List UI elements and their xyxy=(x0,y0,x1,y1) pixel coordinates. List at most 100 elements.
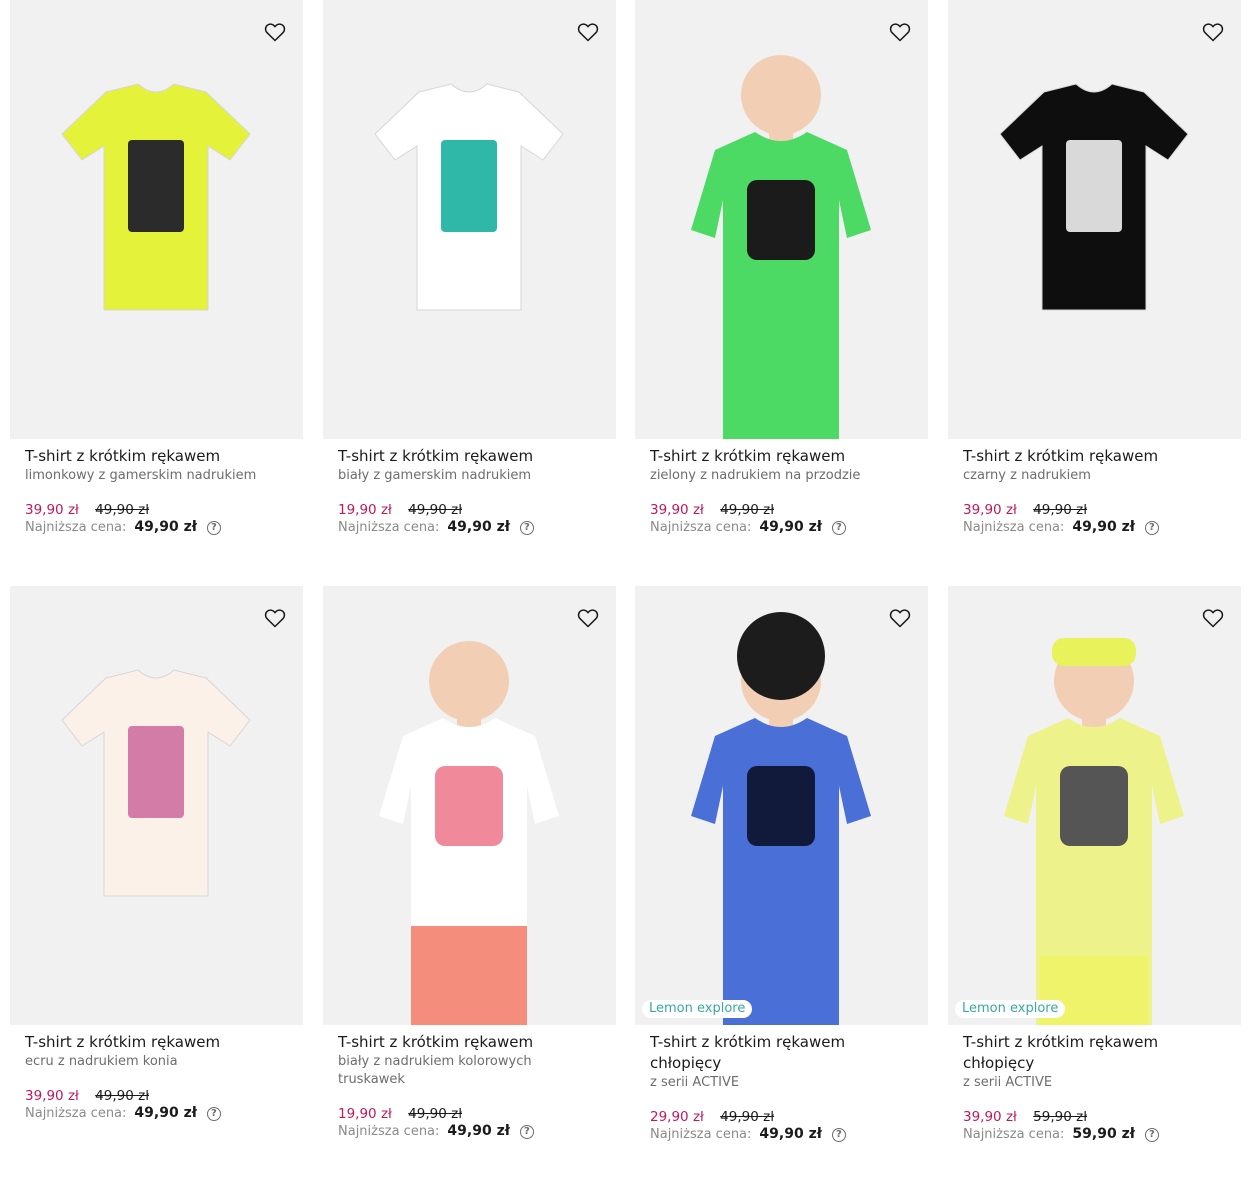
product-title[interactable]: T-shirt z krótkim rękawem xyxy=(650,446,913,467)
shirt-print xyxy=(747,766,815,846)
help-icon[interactable]: ? xyxy=(831,1127,846,1142)
heart-icon xyxy=(1202,609,1224,628)
product-card[interactable]: T-shirt z krótkim rękawem limonkowy z ga… xyxy=(10,0,303,536)
collection-badge: Lemon explore xyxy=(642,1000,753,1018)
model-shorts xyxy=(411,926,527,1025)
product-card[interactable]: Lemon explore T-shirt z krótkim rękawem … xyxy=(635,586,928,1143)
sale-price: 19,90 zł xyxy=(338,1106,392,1122)
add-to-wishlist-button[interactable] xyxy=(263,20,287,44)
add-to-wishlist-button[interactable] xyxy=(263,606,287,630)
product-title[interactable]: T-shirt z krótkim rękawem xyxy=(25,446,288,467)
tshirt-image xyxy=(691,55,871,439)
help-icon[interactable]: ? xyxy=(519,1124,534,1139)
lowest-price-label: Najniższa cena: xyxy=(650,1127,752,1142)
product-card[interactable]: T-shirt z krótkim rękawem biały z gamers… xyxy=(323,0,616,536)
sale-price: 29,90 zł xyxy=(650,1109,704,1125)
lowest-price-value: 49,90 zł xyxy=(759,519,822,535)
sale-price: 19,90 zł xyxy=(338,502,392,518)
product-title[interactable]: T-shirt z krótkim rękawem xyxy=(338,446,601,467)
old-price: 49,90 zł xyxy=(1033,502,1088,518)
model-head xyxy=(741,55,821,135)
lowest-price-value: 49,90 zł xyxy=(447,1123,510,1139)
old-price: 49,90 zł xyxy=(408,502,463,518)
sale-price: 39,90 zł xyxy=(963,502,1017,518)
heart-icon xyxy=(264,23,286,42)
lowest-price-row: Najniższa cena: 49,90 zł ? xyxy=(650,1126,913,1143)
lowest-price-row: Najniższa cena: 49,90 zł ? xyxy=(338,1123,601,1140)
product-card[interactable]: T-shirt z krótkim rękawem biały z nadruk… xyxy=(323,586,616,1140)
lowest-price-label: Najniższa cena: xyxy=(963,1127,1065,1142)
model-neck xyxy=(1082,714,1106,728)
help-icon[interactable]: ? xyxy=(1144,1127,1159,1142)
product-subtitle: biały z nadrukiem kolorowych truskawek xyxy=(338,1054,532,1087)
sale-price: 39,90 zł xyxy=(963,1109,1017,1125)
product-title[interactable]: T-shirt z krótkim rękawem chłopięcy xyxy=(963,1032,1226,1074)
sale-price: 39,90 zł xyxy=(25,1088,79,1104)
lowest-price-value: 49,90 zł xyxy=(759,1126,822,1142)
add-to-wishlist-button[interactable] xyxy=(576,20,600,44)
product-image[interactable] xyxy=(948,0,1241,439)
shirt-print xyxy=(435,766,503,846)
old-price: 49,90 zł xyxy=(720,1109,775,1125)
lowest-price-row: Najniższa cena: 49,90 zł ? xyxy=(25,519,288,536)
add-to-wishlist-button[interactable] xyxy=(888,606,912,630)
product-card[interactable]: Lemon explore T-shirt z krótkim rękawem … xyxy=(948,586,1241,1143)
product-subtitle: biały z gamerskim nadrukiem xyxy=(338,468,532,483)
lowest-price-value: 59,90 zł xyxy=(1072,1126,1135,1142)
lowest-price-value: 49,90 zł xyxy=(447,519,510,535)
tshirt-image xyxy=(379,641,559,1025)
model-neck xyxy=(457,714,481,728)
help-icon[interactable]: ? xyxy=(519,520,534,535)
price-row: 39,90 zł 59,90 zł xyxy=(963,1109,1226,1126)
lowest-price-label: Najniższa cena: xyxy=(25,1106,127,1121)
lowest-price-row: Najniższa cena: 59,90 zł ? xyxy=(963,1126,1226,1143)
product-subtitle: zielony z nadrukiem na przodzie xyxy=(650,468,861,483)
add-to-wishlist-button[interactable] xyxy=(576,606,600,630)
tshirt-image xyxy=(1004,638,1184,1025)
help-icon[interactable]: ? xyxy=(1144,520,1159,535)
model-helmet xyxy=(737,612,825,700)
product-image[interactable] xyxy=(10,0,303,439)
lowest-price-value: 49,90 zł xyxy=(134,1105,197,1121)
lowest-price-row: Najniższa cena: 49,90 zł ? xyxy=(25,1105,288,1122)
tshirt-image xyxy=(61,669,251,897)
lowest-price-value: 49,90 zł xyxy=(134,519,197,535)
old-price: 49,90 zł xyxy=(95,1088,150,1104)
model-tshirt xyxy=(691,718,871,1025)
tshirt-image xyxy=(374,83,564,311)
lowest-price-label: Najniższa cena: xyxy=(338,520,440,535)
product-card[interactable]: T-shirt z krótkim rękawem zielony z nadr… xyxy=(635,0,928,536)
lowest-price-row: Najniższa cena: 49,90 zł ? xyxy=(338,519,601,536)
heart-icon xyxy=(577,609,599,628)
heart-icon xyxy=(264,609,286,628)
help-icon[interactable]: ? xyxy=(831,520,846,535)
product-image[interactable] xyxy=(323,586,616,1025)
price-row: 19,90 zł 49,90 zł xyxy=(338,502,601,519)
help-icon[interactable]: ? xyxy=(206,520,221,535)
old-price: 59,90 zł xyxy=(1033,1109,1088,1125)
model-head xyxy=(429,641,509,721)
product-image[interactable] xyxy=(323,0,616,439)
product-title[interactable]: T-shirt z krótkim rękawem xyxy=(338,1032,601,1053)
add-to-wishlist-button[interactable] xyxy=(888,20,912,44)
product-image[interactable] xyxy=(635,0,928,439)
product-subtitle: z serii ACTIVE xyxy=(650,1075,740,1090)
add-to-wishlist-button[interactable] xyxy=(1201,20,1225,44)
product-card[interactable]: T-shirt z krótkim rękawem czarny z nadru… xyxy=(948,0,1241,536)
price-row: 39,90 zł 49,90 zł xyxy=(650,502,913,519)
heart-icon xyxy=(577,23,599,42)
add-to-wishlist-button[interactable] xyxy=(1201,606,1225,630)
product-image[interactable] xyxy=(10,586,303,1025)
product-title[interactable]: T-shirt z krótkim rękawem chłopięcy xyxy=(650,1032,913,1074)
product-image[interactable]: Lemon explore xyxy=(948,586,1241,1025)
product-title[interactable]: T-shirt z krótkim rękawem xyxy=(963,446,1226,467)
heart-icon xyxy=(1202,23,1224,42)
old-price: 49,90 zł xyxy=(408,1106,463,1122)
lowest-price-label: Najniższa cena: xyxy=(963,520,1065,535)
product-card[interactable]: T-shirt z krótkim rękawem ecru z nadruki… xyxy=(10,586,303,1122)
product-title[interactable]: T-shirt z krótkim rękawem xyxy=(25,1032,288,1053)
model-cap xyxy=(1052,638,1136,666)
help-icon[interactable]: ? xyxy=(206,1106,221,1121)
lowest-price-label: Najniższa cena: xyxy=(338,1124,440,1139)
product-image[interactable]: Lemon explore xyxy=(635,586,928,1025)
